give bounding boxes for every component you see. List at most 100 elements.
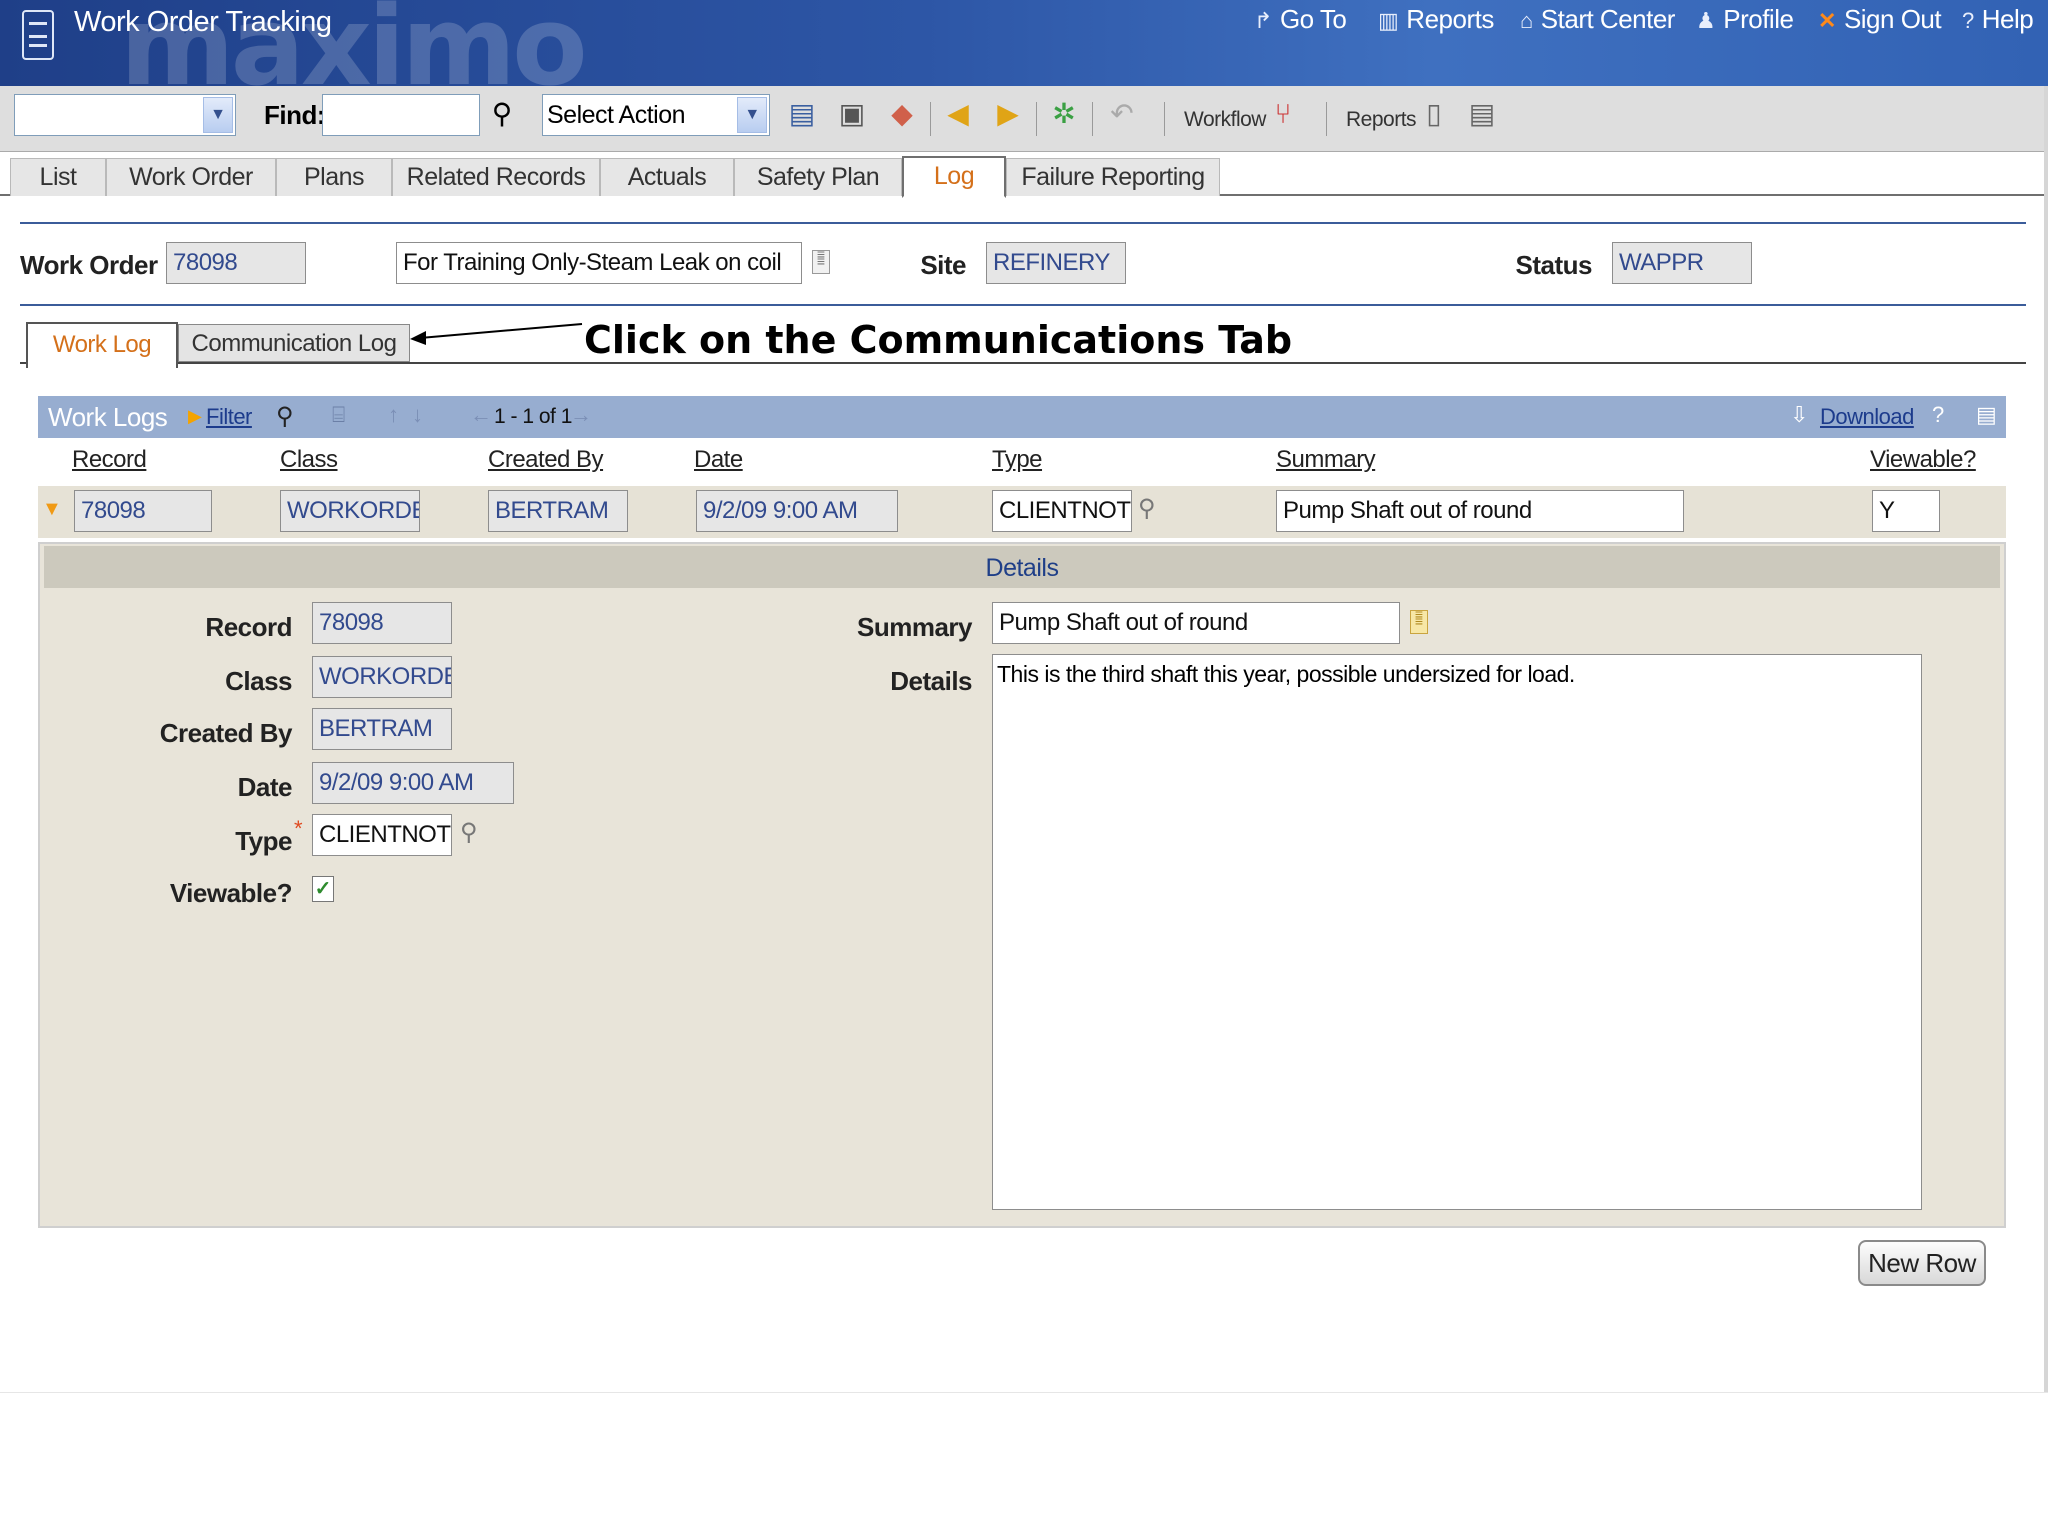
reports-toolbar-label: Reports <box>1346 108 1417 131</box>
column-header-created-by[interactable]: Created By <box>488 446 604 474</box>
new-record-icon[interactable]: ▤ <box>784 94 820 134</box>
refresh-icon[interactable]: ✲ <box>1046 94 1082 134</box>
filter-link[interactable]: Filter <box>206 404 252 430</box>
clear-changes-icon[interactable]: ◆ <box>884 94 920 134</box>
tab-list[interactable]: List <box>10 158 106 196</box>
subtab-communication-log[interactable]: Communication Log <box>178 324 410 362</box>
toolbar: ▼ Find: ⚲ Select Action ▼ ▤ ▣ ◆ ◀ ▶ ✲ ↶ … <box>0 86 2048 152</box>
report-list-icon[interactable]: ▤ <box>1466 94 1498 134</box>
viewable-label: Viewable? <box>169 878 293 908</box>
tab-related-records[interactable]: Related Records <box>392 158 600 196</box>
reports-link[interactable]: ▥ Reports <box>1378 4 1494 35</box>
toolbar-separator <box>1164 102 1165 136</box>
status-label: Status <box>1515 250 1593 280</box>
next-record-icon[interactable]: ▶ <box>990 94 1026 134</box>
column-header-date[interactable]: Date <box>694 446 743 474</box>
long-description-icon[interactable]: ≡ ≡ <box>1410 607 1428 634</box>
main-tabs: List Work Order Plans Related Records Ac… <box>0 152 2048 198</box>
binoculars-icon[interactable]: ⚲ <box>484 94 520 134</box>
tab-failure-reporting[interactable]: Failure Reporting <box>1006 158 1220 196</box>
app-title: Work Order Tracking <box>74 6 332 38</box>
go-to-icon: ↱ <box>1254 8 1272 33</box>
work-order-number-field[interactable]: 78098 <box>166 242 306 284</box>
undo-icon[interactable]: ↶ <box>1104 94 1140 134</box>
sign-out-link[interactable]: ✕ Sign Out <box>1818 4 1942 35</box>
reports-label: Reports <box>1406 4 1494 34</box>
annotation-arrow <box>410 323 583 345</box>
filter-arrow-icon: ▶ <box>188 406 202 426</box>
row-summary-field[interactable]: Pump Shaft out of round <box>1276 490 1684 532</box>
tab-safety-plan[interactable]: Safety Plan <box>734 158 902 196</box>
save-icon[interactable]: ▣ <box>834 94 870 134</box>
class-field[interactable]: WORKORDER <box>312 656 452 698</box>
start-center-link[interactable]: ⌂ Start Center <box>1520 4 1675 35</box>
collapse-row-icon[interactable]: ▼ <box>42 498 62 521</box>
work-order-description-field[interactable]: For Training Only-Steam Leak on coil <box>396 242 802 284</box>
status-field[interactable]: WAPPR <box>1612 242 1752 284</box>
subtab-work-log[interactable]: Work Log <box>26 322 178 368</box>
next-page-icon[interactable]: → <box>570 402 592 428</box>
summary-field[interactable]: Pump Shaft out of round <box>992 602 1400 644</box>
previous-record-icon[interactable]: ◀ <box>940 94 976 134</box>
row-created-by-field[interactable]: BERTRAM <box>488 490 628 532</box>
report-icon[interactable]: ▯ <box>1418 94 1450 134</box>
arrow-down-icon[interactable]: ↓ <box>412 402 423 428</box>
column-header-summary[interactable]: Summary <box>1276 446 1376 474</box>
row-date-field[interactable]: 9/2/09 9:00 AM <box>696 490 898 532</box>
type-field[interactable]: CLIENTNOTE <box>312 814 452 856</box>
sign-out-label: Sign Out <box>1843 4 1942 34</box>
scrollbar[interactable] <box>2044 86 2048 1392</box>
created-by-field[interactable]: BERTRAM <box>312 708 452 750</box>
long-description-icon[interactable]: ≡ ≡ <box>812 247 830 274</box>
help-icon[interactable]: ? <box>1932 402 1944 428</box>
profile-label: Profile <box>1723 4 1794 34</box>
tab-work-order[interactable]: Work Order <box>106 158 276 196</box>
download-icon[interactable]: ⇩ <box>1790 402 1808 428</box>
lookup-icon[interactable]: ⚲ <box>460 818 478 847</box>
lookup-icon[interactable]: ⚲ <box>1138 494 1156 523</box>
record-field[interactable]: 78098 <box>312 602 452 644</box>
row-record-field[interactable]: 78098 <box>74 490 212 532</box>
help-link[interactable]: ? Help <box>1962 4 2034 35</box>
column-header-record[interactable]: Record <box>72 446 147 474</box>
chevron-down-icon[interactable]: ▼ <box>737 97 767 133</box>
divider <box>20 222 2026 224</box>
profile-link[interactable]: ♟ Profile <box>1696 4 1794 35</box>
workflow-label: Workflow <box>1184 108 1266 131</box>
app-menu-icon[interactable] <box>22 10 54 60</box>
profile-icon: ♟ <box>1696 8 1716 33</box>
column-header-viewable[interactable]: Viewable? <box>1870 446 1976 474</box>
column-header-type[interactable]: Type <box>992 446 1043 474</box>
chevron-down-icon[interactable]: ▼ <box>203 97 233 133</box>
row-viewable-field[interactable]: Y <box>1872 490 1940 532</box>
workflow-route-icon[interactable]: ⑂ <box>1266 94 1300 134</box>
table-row[interactable]: ▼ 78098 WORKORDER BERTRAM 9/2/09 9:00 AM… <box>38 486 2006 538</box>
class-label: Class <box>225 666 292 696</box>
tab-plans[interactable]: Plans <box>276 158 392 196</box>
select-action-dropdown[interactable]: Select Action ▼ <box>542 94 770 136</box>
viewable-checkbox[interactable]: ✓ <box>312 876 334 902</box>
previous-page-icon[interactable]: ← <box>470 402 492 428</box>
query-select[interactable]: ▼ <box>14 94 236 136</box>
tab-actuals[interactable]: Actuals <box>600 158 734 196</box>
row-class-field[interactable]: WORKORDER <box>280 490 420 532</box>
reports-icon: ▥ <box>1378 8 1399 33</box>
work-logs-title: Work Logs <box>48 402 168 432</box>
go-to-link[interactable]: ↱ Go To <box>1254 4 1347 35</box>
table-settings-icon[interactable]: ▤ <box>1976 402 1997 428</box>
tab-log[interactable]: Log <box>902 156 1006 198</box>
find-input[interactable] <box>322 94 480 136</box>
binoculars-icon[interactable]: ⚲ <box>276 402 294 431</box>
download-link[interactable]: Download <box>1820 404 1914 430</box>
date-field[interactable]: 9/2/09 9:00 AM <box>312 762 514 804</box>
details-title: Details <box>985 554 1059 582</box>
details-textarea[interactable]: This is the third shaft this year, possi… <box>992 654 1922 1210</box>
column-header-class[interactable]: Class <box>280 446 338 474</box>
clear-filter-icon[interactable]: ⌸ <box>332 402 345 428</box>
find-label: Find: <box>264 100 326 130</box>
site-field[interactable]: REFINERY <box>986 242 1126 284</box>
new-row-button[interactable]: New Row <box>1858 1240 1986 1286</box>
row-type-field[interactable]: CLIENTNOTE <box>992 490 1132 532</box>
go-to-label: Go To <box>1279 4 1347 34</box>
arrow-up-icon[interactable]: ↑ <box>388 402 399 428</box>
